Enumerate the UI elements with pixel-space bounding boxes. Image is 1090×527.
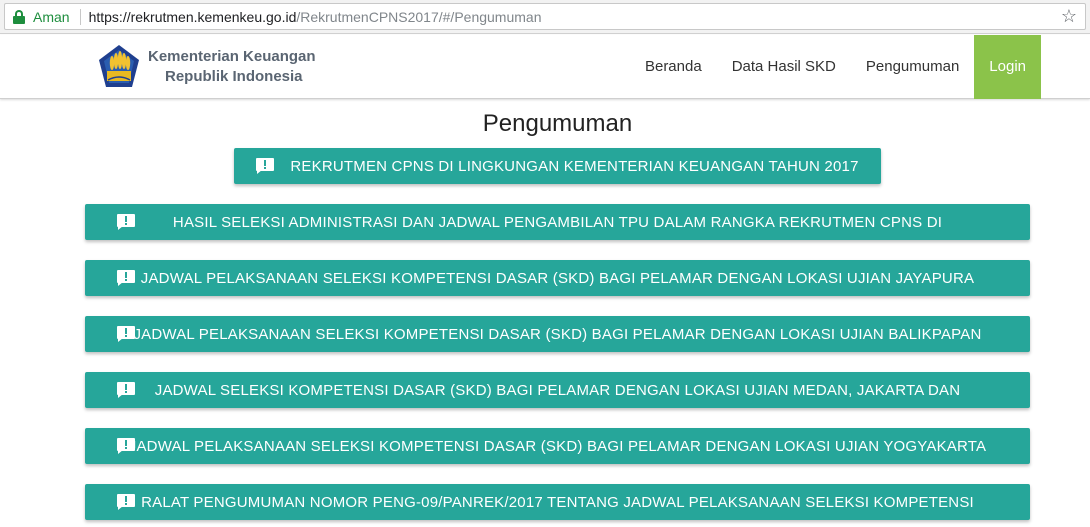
nav-item-pengumuman[interactable]: Pengumuman — [851, 35, 974, 99]
announcement-label: JADWAL PELAKSANAAN SELEKSI KOMPETENSI DA… — [133, 325, 982, 343]
announcement-item[interactable]: JADWAL PELAKSANAAN SELEKSI KOMPETENSI DA… — [85, 316, 1030, 352]
announcement-label: JADWAL SELEKSI KOMPETENSI DASAR (SKD) BA… — [154, 381, 961, 399]
nav-item-data-hasil-skd[interactable]: Data Hasil SKD — [717, 35, 851, 99]
announcement-label: JADWAL PELAKSANAAN SELEKSI KOMPETENSI DA… — [140, 269, 975, 287]
star-icon[interactable]: ☆ — [1061, 6, 1077, 27]
announcement-icon — [117, 382, 135, 398]
kemenkeu-logo — [99, 45, 139, 87]
announcement-item[interactable]: JADWAL PELAKSANAAN SELEKSI KOMPETENSI DA… — [85, 260, 1030, 296]
page-title: Pengumuman — [482, 110, 633, 137]
brand-text: Kementerian Keuangan Republik Indonesia — [148, 47, 316, 87]
url-separator — [79, 8, 81, 25]
browser-address-bar: Aman https://rekrutmen.kemenkeu.go.id/Re… — [0, 0, 1090, 34]
nav-item-beranda[interactable]: Beranda — [630, 35, 717, 99]
announcement-label: REKRUTMEN CPNS DI LINGKUNGAN KEMENTERIAN… — [290, 157, 859, 175]
lock-icon — [13, 9, 25, 24]
announcement-icon — [117, 270, 135, 286]
announcement-icon — [117, 214, 135, 230]
announcement-item[interactable]: HASIL SELEKSI ADMINISTRASI DAN JADWAL PE… — [85, 204, 1030, 240]
main-nav: Beranda Data Hasil SKD Pengumuman Login — [630, 35, 1041, 99]
announcement-item[interactable]: RALAT PENGUMUMAN NOMOR PENG-09/PANREK/20… — [85, 484, 1030, 520]
secure-label: Aman — [33, 8, 70, 25]
announcement-icon — [117, 438, 135, 454]
url-path: /RekrutmenCPNS2017/#/Pengumuman — [296, 8, 542, 25]
url-host: https://rekrutmen.kemenkeu.go.id — [88, 8, 297, 25]
announcement-item[interactable]: JADWAL PELAKSANAAN SELEKSI KOMPETENSI DA… — [85, 428, 1030, 464]
announcement-label: JADWAL PELAKSANAAN SELEKSI KOMPETENSI DA… — [128, 437, 987, 455]
featured-announcement-button[interactable]: REKRUTMEN CPNS DI LINGKUNGAN KEMENTERIAN… — [234, 148, 881, 184]
brand-line-2: Republik Indonesia — [165, 68, 303, 85]
brand-line-1: Kementerian Keuangan — [148, 48, 316, 65]
announcement-icon — [256, 158, 275, 174]
announcement-item[interactable]: JADWAL SELEKSI KOMPETENSI DASAR (SKD) BA… — [85, 372, 1030, 408]
announcement-label: RALAT PENGUMUMAN NOMOR PENG-09/PANREK/20… — [141, 493, 974, 511]
brand[interactable]: Kementerian Keuangan Republik Indonesia — [95, 43, 316, 91]
url-bar[interactable]: Aman https://rekrutmen.kemenkeu.go.id/Re… — [4, 3, 1086, 30]
site-header: Kementerian Keuangan Republik Indonesia … — [0, 35, 1090, 99]
nav-item-login[interactable]: Login — [974, 35, 1041, 99]
announcement-icon — [117, 326, 135, 342]
announcement-label: HASIL SELEKSI ADMINISTRASI DAN JADWAL PE… — [172, 213, 943, 231]
announcement-icon — [117, 494, 135, 510]
